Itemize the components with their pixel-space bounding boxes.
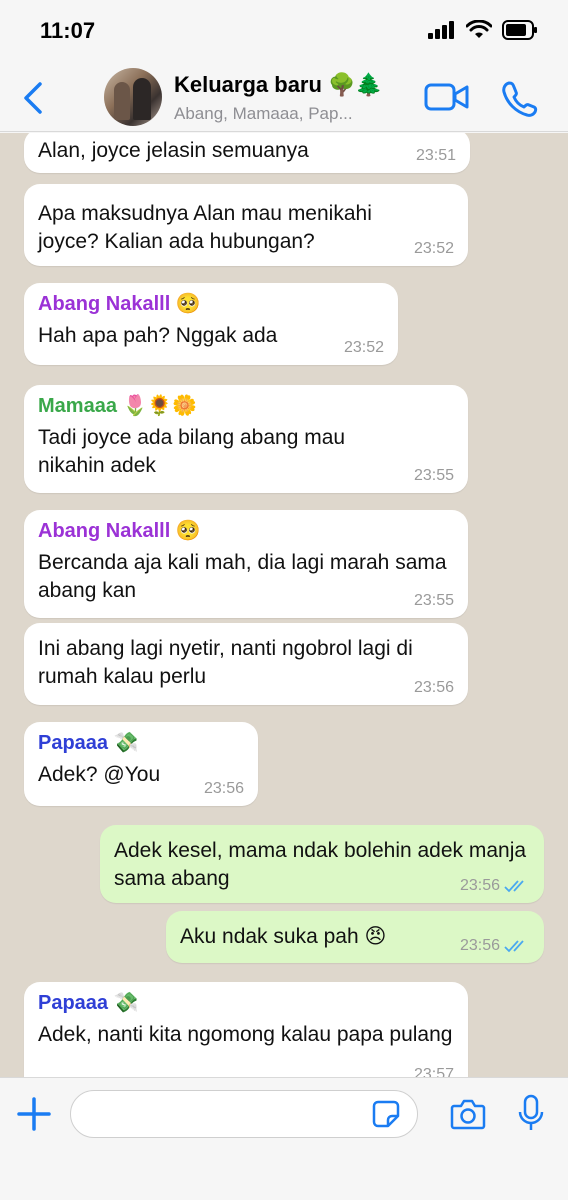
- sticker-icon[interactable]: [372, 1100, 400, 1128]
- message-text: Alan, joyce jelasin semuanya: [38, 139, 309, 162]
- back-chevron-icon[interactable]: [20, 80, 46, 116]
- chat-header: Keluarga baru 🌳🌲 Abang, Mamaaa, Pap...: [0, 60, 568, 132]
- message-text: Tadi joyce ada bilang abang mau nikahin …: [38, 426, 346, 477]
- message-bubble[interactable]: Ini abang lagi nyetir, nanti ngobrol lag…: [24, 623, 468, 705]
- wifi-icon: [466, 20, 492, 38]
- double-check-read-icon: [504, 940, 524, 953]
- double-check-read-icon: [504, 880, 524, 893]
- microphone-icon[interactable]: [518, 1094, 544, 1132]
- message-time: 23:52: [413, 240, 454, 257]
- message-sender[interactable]: Mamaaa 🌷🌻🌼: [38, 393, 454, 418]
- message-text: Bercanda aja kali mah, dia lagi marah sa…: [38, 551, 447, 602]
- message-time-text: 23:56: [459, 877, 500, 894]
- message-sender[interactable]: Papaaa 💸: [38, 730, 244, 755]
- message-bubble[interactable]: Abang Nakalll 🥺 Bercanda aja kali mah, d…: [24, 510, 468, 618]
- message-time: 23:57: [413, 1066, 454, 1077]
- message-time-text: 23:56: [459, 937, 500, 954]
- chat-title[interactable]: Keluarga baru 🌳🌲: [174, 72, 383, 98]
- message-text: Adek, nanti kita ngomong kalau papa pula…: [38, 1023, 453, 1046]
- chat-area[interactable]: Alan, joyce jelasin semuanya 23:51 Apa m…: [0, 133, 568, 1077]
- message-time: 23:51: [415, 147, 456, 164]
- status-bar: 11:07: [0, 0, 568, 60]
- message-bubble[interactable]: Alan, joyce jelasin semuanya 23:51: [24, 133, 470, 173]
- message-bubble-outgoing[interactable]: Adek kesel, mama ndak bolehin adek manja…: [100, 825, 544, 903]
- camera-icon[interactable]: [450, 1098, 486, 1130]
- composer-bar: [0, 1077, 568, 1200]
- video-call-icon[interactable]: [424, 82, 470, 112]
- message-bubble-outgoing[interactable]: Aku ndak suka pah 😠 23:56: [166, 911, 544, 963]
- message-time: 23:56: [460, 937, 530, 955]
- status-time: 11:07: [40, 18, 96, 43]
- message-bubble[interactable]: Papaaa 💸 Adek, nanti kita ngomong kalau …: [24, 982, 468, 1077]
- message-sender[interactable]: Abang Nakalll 🥺: [38, 291, 384, 316]
- plus-icon[interactable]: [16, 1096, 52, 1132]
- voice-call-icon[interactable]: [500, 80, 538, 118]
- message-text: Apa maksudnya Alan mau menikahi joyce? K…: [38, 202, 372, 253]
- message-text: Ini abang lagi nyetir, nanti ngobrol lag…: [38, 637, 413, 688]
- message-time: 23:55: [413, 467, 454, 484]
- message-sender[interactable]: Abang Nakalll 🥺: [38, 518, 454, 543]
- chat-subtitle[interactable]: Abang, Mamaaa, Pap...: [174, 104, 398, 124]
- message-time: 23:56: [203, 780, 244, 797]
- message-time: 23:56: [413, 679, 454, 696]
- message-bubble[interactable]: Mamaaa 🌷🌻🌼 Tadi joyce ada bilang abang m…: [24, 385, 468, 493]
- status-icons: [428, 20, 538, 40]
- message-bubble[interactable]: Abang Nakalll 🥺 Hah apa pah? Nggak ada 2…: [24, 283, 398, 365]
- message-time: 23:55: [413, 592, 454, 609]
- message-text: Hah apa pah? Nggak ada: [38, 324, 278, 347]
- group-avatar[interactable]: [104, 68, 162, 126]
- message-input[interactable]: [70, 1090, 418, 1138]
- cellular-signal-icon: [428, 21, 454, 39]
- message-bubble[interactable]: Papaaa 💸 Adek? @You 23:56: [24, 722, 258, 806]
- message-time: 23:52: [343, 339, 384, 356]
- message-bubble[interactable]: Apa maksudnya Alan mau menikahi joyce? K…: [24, 184, 468, 266]
- message-time: 23:56: [460, 877, 530, 895]
- battery-icon: [502, 20, 537, 40]
- message-sender[interactable]: Papaaa 💸: [38, 990, 454, 1015]
